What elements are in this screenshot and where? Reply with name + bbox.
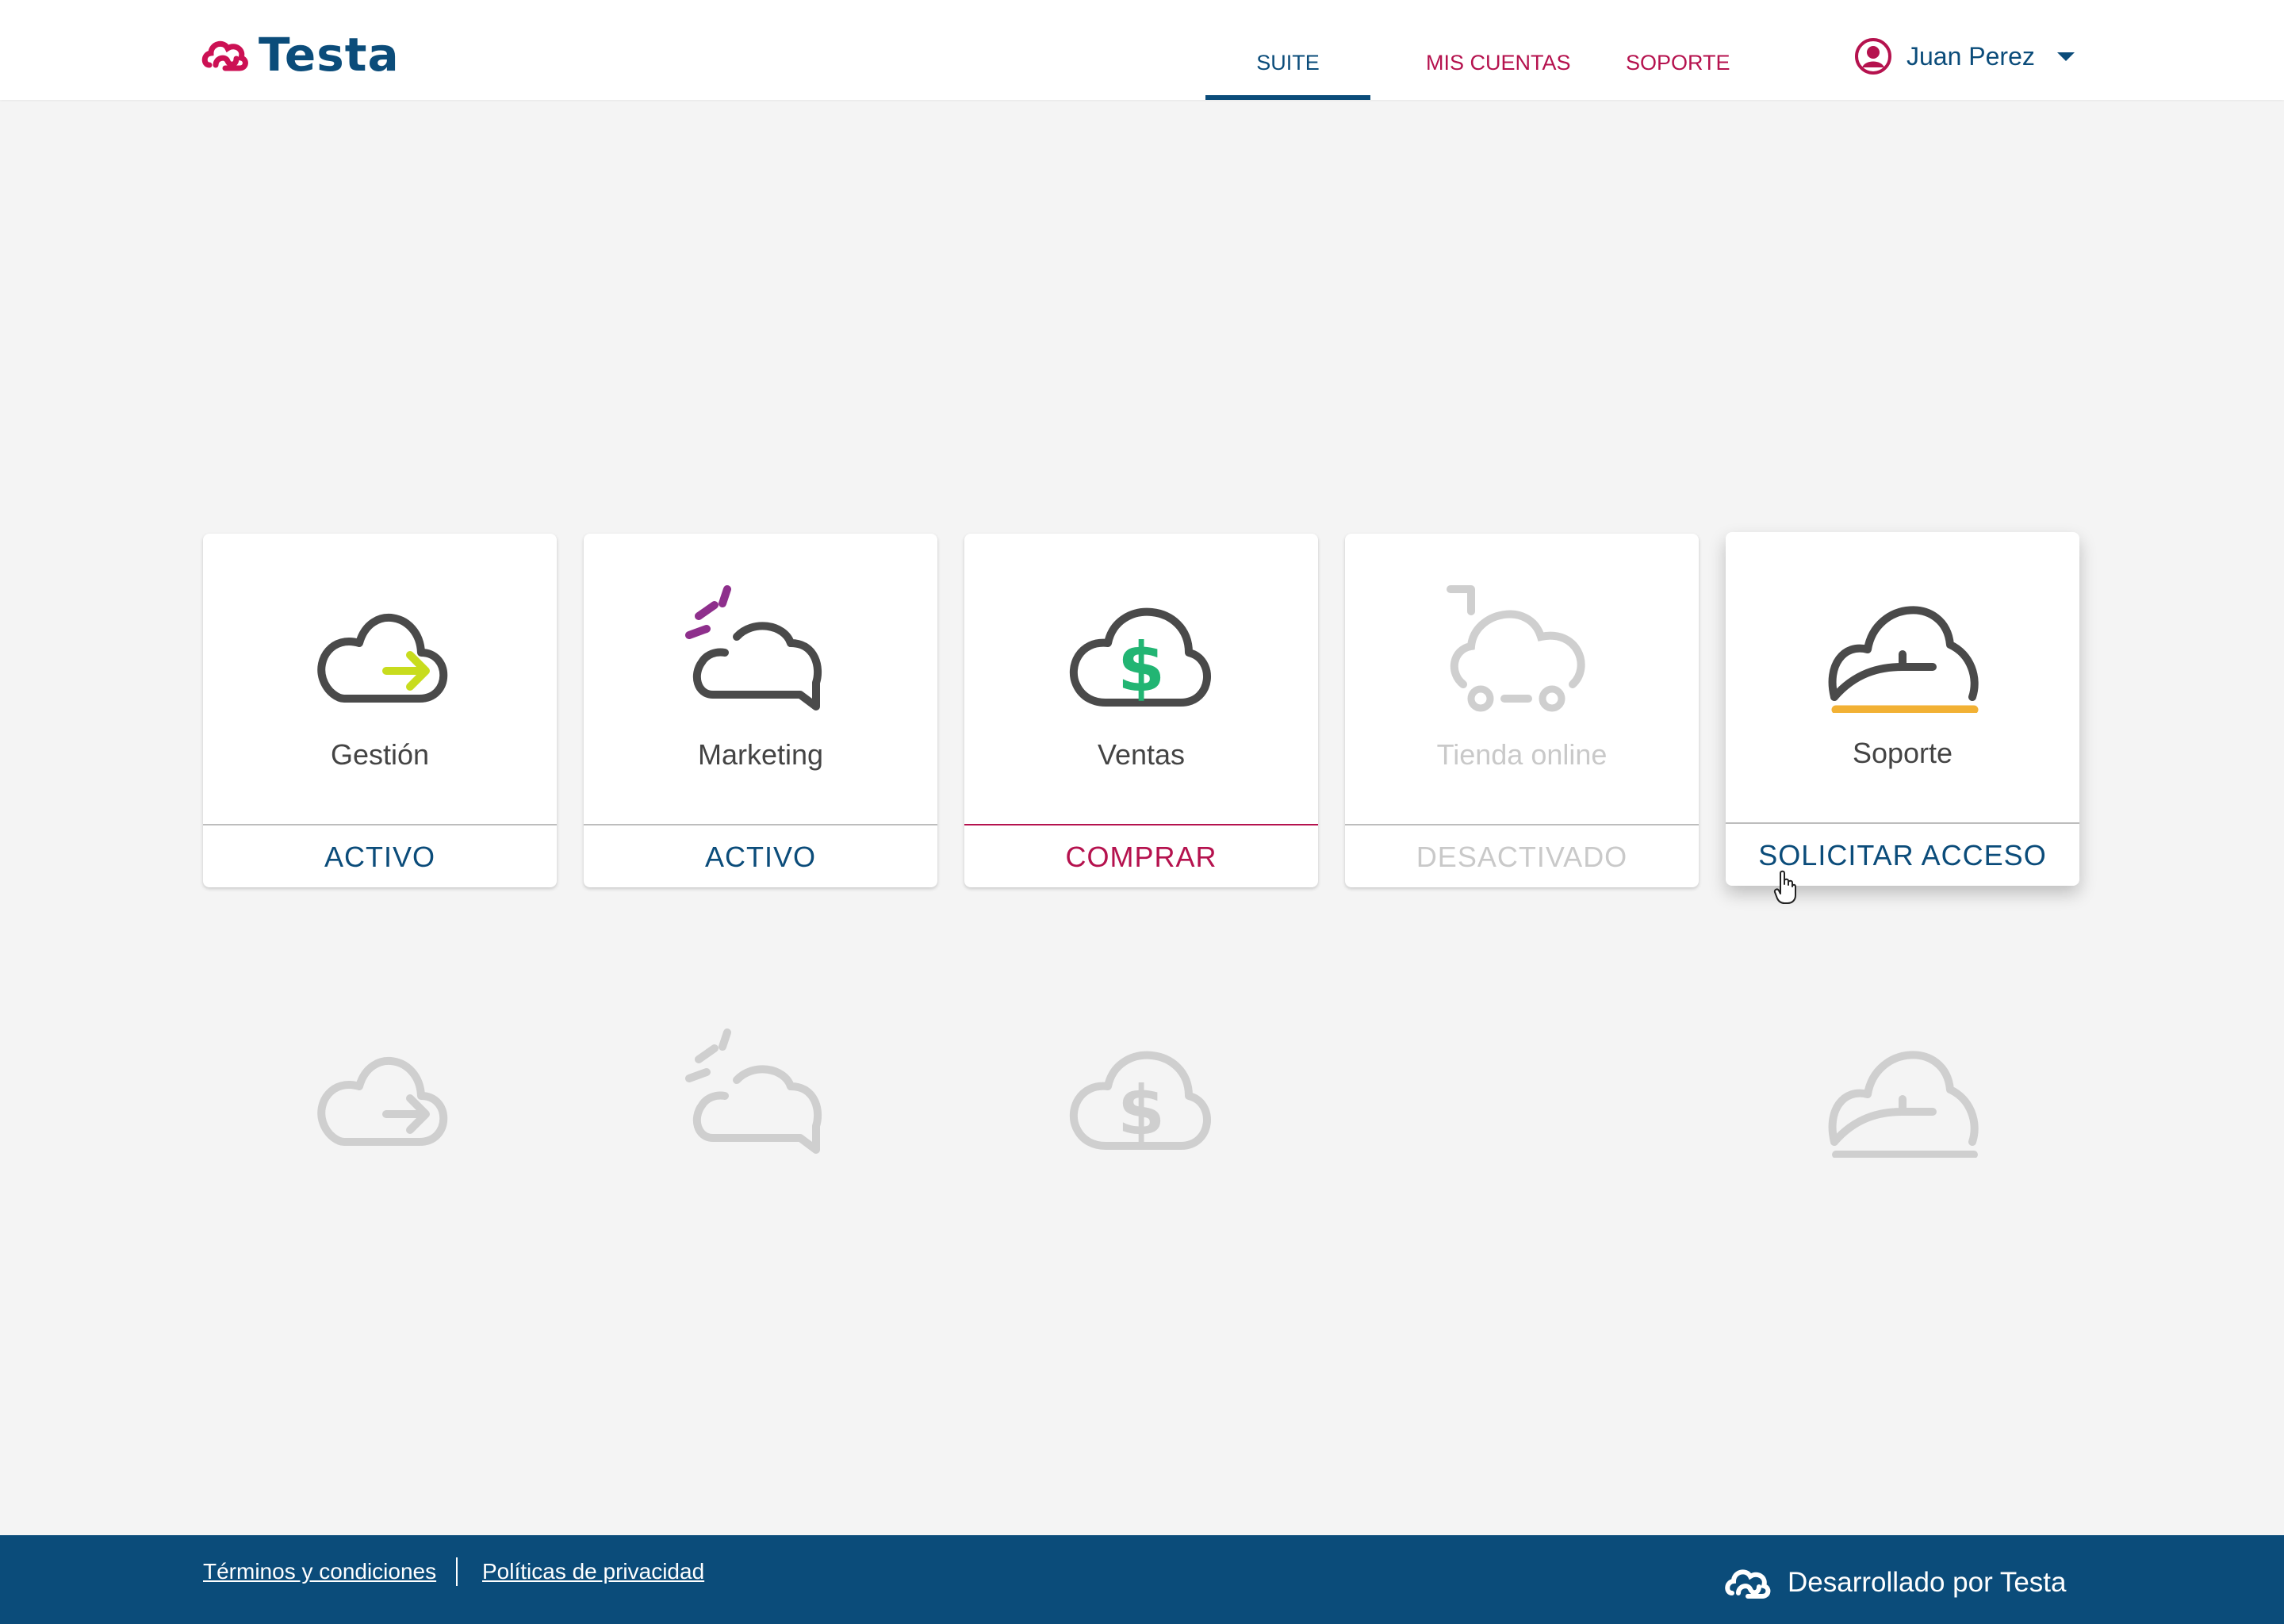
module-name: Soporte	[1852, 737, 1953, 769]
chevron-down-icon	[2056, 52, 2075, 61]
module-card-soporte[interactable]: Soporte SOLICITAR ACCESO	[1726, 532, 2079, 886]
hand-pointer-icon	[1773, 870, 1796, 904]
user-menu[interactable]: Juan Perez	[1854, 36, 2075, 76]
testa-logo-icon	[201, 40, 248, 71]
terms-link[interactable]: Términos y condiciones	[203, 1559, 436, 1584]
svg-text:$: $	[1117, 1071, 1165, 1151]
footer-divider	[456, 1557, 458, 1586]
privacy-link[interactable]: Políticas de privacidad	[482, 1559, 704, 1584]
cloud-cart-icon	[1447, 585, 1585, 712]
module-card-marketing[interactable]: Marketing ACTIVO	[584, 534, 937, 887]
nav-soporte[interactable]: SOPORTE	[1626, 51, 1730, 75]
cloud-arrow-icon	[317, 1057, 448, 1146]
module-buy-button[interactable]: COMPRAR	[964, 824, 1318, 889]
module-name: Tienda online	[1436, 738, 1608, 771]
module-name: Gestión	[330, 738, 430, 771]
logo-text: Testa	[259, 28, 400, 82]
cloud-arrow-icon	[317, 614, 448, 703]
module-name: Marketing	[697, 738, 824, 771]
page-footer: Términos y condiciones Políticas de priv…	[0, 1535, 2284, 1624]
module-status-button[interactable]: ACTIVO	[203, 824, 557, 889]
svg-text:$: $	[1117, 628, 1165, 707]
user-avatar-icon	[1855, 38, 1891, 75]
testa-logo-icon	[1725, 1569, 1771, 1599]
cloud-dollar-icon: $	[1069, 607, 1211, 707]
top-header: Testa SUITE MIS CUENTAS SOPORTE Juan Per…	[0, 0, 2284, 100]
nav-suite[interactable]: SUITE	[1205, 51, 1370, 75]
chat-cloud-icon	[685, 585, 822, 710]
nav-mis-cuentas[interactable]: MIS CUENTAS	[1426, 51, 1571, 75]
developed-by: Desarrollado por Testa	[1724, 1561, 2067, 1605]
cloud-dollar-icon: $	[1069, 1051, 1211, 1151]
module-status-label: DESACTIVADO	[1345, 824, 1699, 889]
chat-cloud-icon	[685, 1028, 822, 1154]
user-name: Juan Perez	[1907, 41, 2035, 71]
testa-logo[interactable]: Testa	[201, 27, 400, 82]
active-tab-indicator	[1205, 95, 1370, 100]
module-card-ventas[interactable]: $ Ventas COMPRAR	[964, 534, 1318, 887]
cloud-support-icon	[1828, 1051, 1979, 1158]
module-name: Ventas	[1097, 738, 1186, 771]
cloud-support-icon	[1828, 606, 1979, 713]
module-card-gestion[interactable]: Gestión ACTIVO	[203, 534, 557, 887]
module-status-button[interactable]: ACTIVO	[584, 824, 937, 889]
developed-by-text: Desarrollado por Testa	[1788, 1567, 2067, 1598]
module-card-tienda-online: Tienda online DESACTIVADO	[1345, 534, 1699, 887]
